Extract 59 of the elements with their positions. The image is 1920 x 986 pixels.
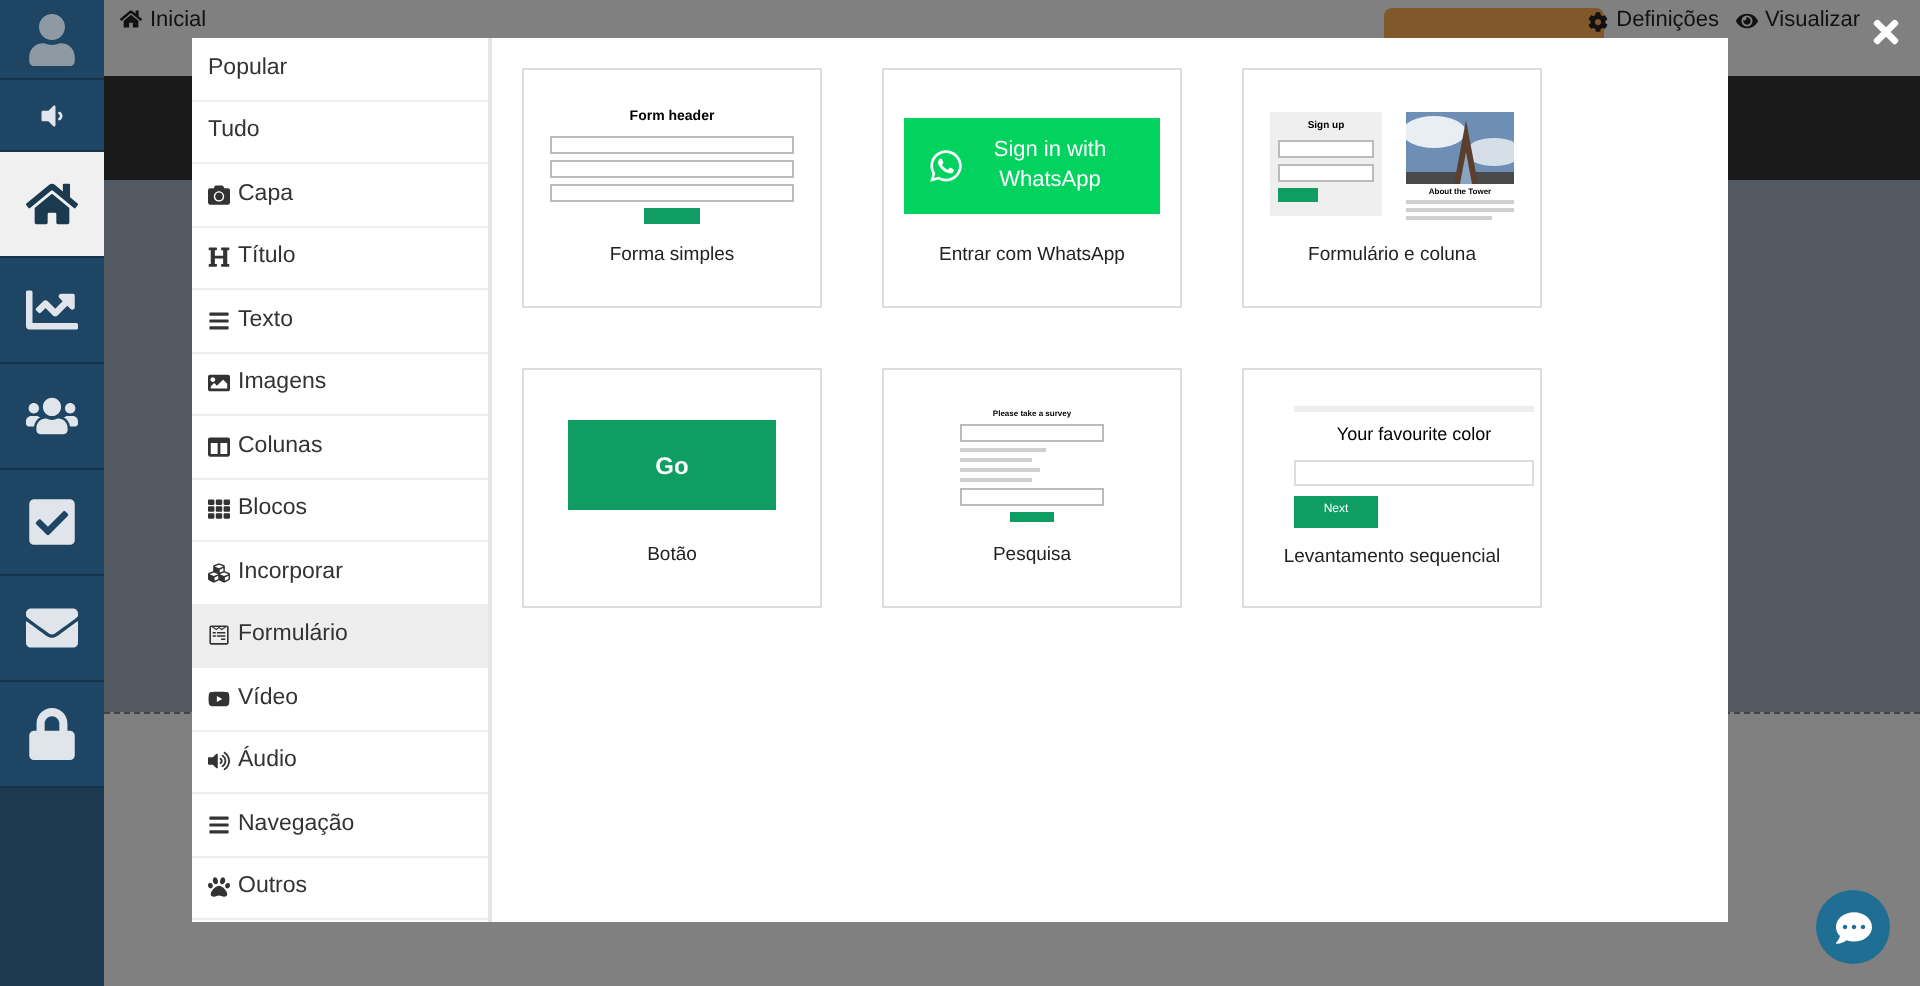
- home-icon: [26, 178, 78, 230]
- submit-button: [1010, 511, 1054, 522]
- template-label: Forma simples: [609, 241, 735, 270]
- home-icon: [120, 8, 142, 30]
- text-line: [960, 467, 1040, 472]
- category-item[interactable]: Formulário: [192, 605, 488, 668]
- paw-icon: [208, 876, 230, 899]
- sidebar-item[interactable]: [0, 364, 104, 470]
- input-field: [1278, 164, 1374, 183]
- text-line: [960, 457, 1032, 462]
- preview-link[interactable]: Visualizar: [1765, 8, 1860, 34]
- avatar-icon: [26, 13, 78, 65]
- whatsapp-icon: [928, 147, 964, 184]
- sidebar-item[interactable]: [0, 470, 104, 576]
- sidebar-item[interactable]: [0, 576, 104, 682]
- template-label: Entrar com WhatsApp: [939, 241, 1125, 270]
- input-field: [1278, 140, 1374, 159]
- text-line: [1406, 215, 1493, 220]
- go-button: Go: [568, 420, 776, 511]
- template-label: Pesquisa: [992, 541, 1072, 570]
- text-line: [960, 447, 1047, 452]
- grid-icon: [208, 498, 230, 521]
- text-line: [1406, 207, 1514, 212]
- chat-icon: [1835, 909, 1871, 945]
- video-icon: [208, 687, 230, 710]
- input-field: [960, 487, 1104, 506]
- sidebar-item[interactable]: [0, 152, 104, 258]
- lines-icon: [208, 813, 230, 836]
- text-line: [1406, 199, 1514, 204]
- input-field: [960, 423, 1104, 442]
- template-label: Levantamento sequencial: [1283, 543, 1501, 571]
- signup-button: [644, 207, 700, 224]
- image-icon: [208, 372, 230, 395]
- template-label: Formulário e coluna: [1308, 241, 1476, 270]
- question-label: Your favourite color: [1334, 422, 1494, 448]
- sidebar-item[interactable]: [0, 682, 104, 788]
- lines-icon: [208, 309, 230, 332]
- form-icon: [208, 624, 230, 647]
- whatsapp-button: Sign in with WhatsApp: [904, 117, 1160, 214]
- template-label: Botão: [647, 541, 697, 570]
- checkbox-icon: [26, 496, 78, 548]
- speaker-icon: [208, 750, 230, 773]
- template-card[interactable]: Go Botão: [522, 368, 822, 608]
- sidebar-item[interactable]: [0, 80, 104, 152]
- sidebar-item[interactable]: [0, 258, 104, 364]
- heading-icon: [208, 246, 230, 269]
- cubes-icon: [208, 561, 230, 584]
- text-line: [960, 477, 1032, 482]
- settings-link[interactable]: Definições: [1616, 8, 1719, 34]
- speaker-icon: [38, 101, 66, 129]
- breadcrumb-link[interactable]: Inicial: [150, 8, 207, 34]
- settings-icon: [1588, 11, 1609, 31]
- camera-icon: [208, 183, 230, 206]
- template-card[interactable]: Sign in with WhatsApp Entrar com WhatsApp: [882, 68, 1182, 308]
- submit-button: [1278, 188, 1318, 203]
- close-icon: [1868, 14, 1904, 50]
- sidebar-item[interactable]: [0, 0, 104, 80]
- eye-icon: [1735, 10, 1757, 32]
- columns-icon: [208, 435, 230, 458]
